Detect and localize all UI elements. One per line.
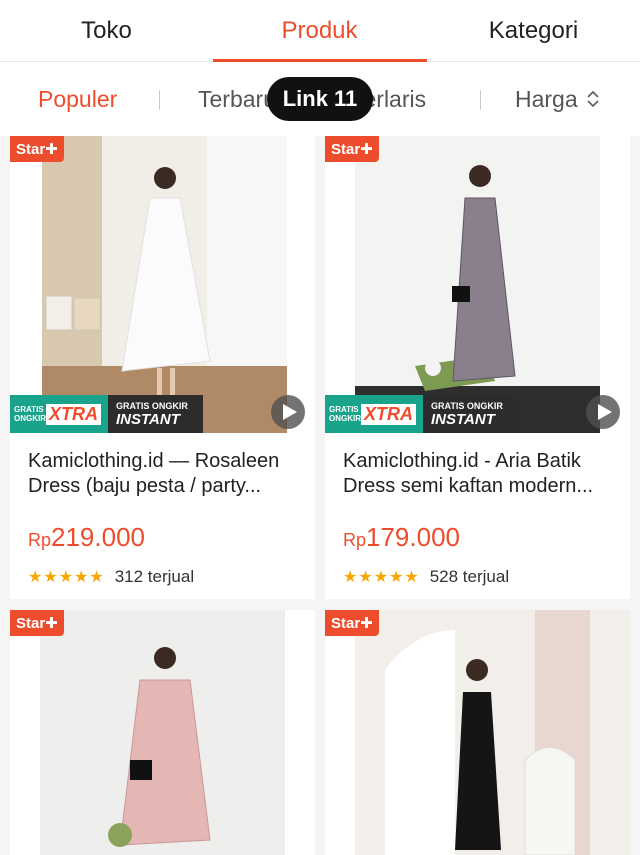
video-play-icon[interactable] — [271, 395, 305, 429]
rating-stars: ★ ★ ★ ★ ★ — [28, 567, 105, 587]
half-star-icon: ★ — [89, 569, 104, 586]
product-card[interactable]: Star✚ — [10, 610, 315, 855]
tab-toko[interactable]: Toko — [0, 0, 213, 62]
link-overlay-pill[interactable]: Link 11 — [267, 77, 373, 121]
product-rating: ★ ★ ★ ★ ★ 528 terjual — [343, 567, 509, 587]
price-currency: Rp — [28, 530, 52, 550]
product-rating: ★ ★ ★ ★ ★ 312 terjual — [28, 567, 194, 587]
product-grid: Star✚ GRATIS ONGKIR XTRA GRATIS ONGKIR I… — [0, 136, 640, 855]
sort-harga[interactable]: Harga — [515, 62, 600, 136]
shop-tab-bar: Toko Produk Kategori — [0, 0, 640, 62]
star-icon: ★ — [43, 569, 58, 586]
tab-produk[interactable]: Produk — [213, 0, 426, 62]
sort-updown-icon — [587, 90, 599, 108]
star-icon: ★ — [343, 569, 358, 586]
product-card[interactable]: Star✚ GRATIS ONGKIR XTRA GRATIS ONGKIR I… — [325, 136, 630, 599]
sort-terbaru[interactable]: Terbaru — [198, 62, 276, 136]
promo-small-text: GRATIS ONGKIR — [329, 405, 361, 423]
promo-small-text: GRATIS ONGKIR — [14, 405, 46, 423]
star-plus-badge: Star✚ — [10, 610, 64, 636]
sold-count: 312 terjual — [114, 567, 195, 586]
instant-small-text: GRATIS ONGKIR — [431, 400, 503, 411]
instant-big-text: INSTANT — [116, 410, 180, 428]
product-title[interactable]: Kamiclothing.id — Rosaleen Dress (baju p… — [28, 449, 304, 499]
product-price: Rp219.000 — [28, 522, 145, 553]
product-image — [10, 136, 315, 433]
star-icon: ★ — [358, 569, 373, 586]
star-plus-badge: Star✚ — [325, 610, 379, 636]
product-image — [325, 610, 630, 855]
sold-count: 528 terjual — [429, 567, 510, 586]
star-icon: ★ — [389, 569, 404, 586]
rating-stars: ★ ★ ★ ★ ★ — [343, 567, 420, 587]
free-shipping-banner: GRATIS ONGKIR XTRA GRATIS ONGKIR INSTANT — [10, 395, 205, 433]
promo-big-text: XTRA — [361, 403, 416, 425]
price-currency: Rp — [343, 530, 367, 550]
star-icon: ★ — [58, 569, 74, 586]
product-title[interactable]: Kamiclothing.id - Aria Batik Dress semi … — [343, 449, 619, 499]
product-image — [325, 136, 630, 433]
price-value: 179.000 — [366, 522, 460, 552]
sort-populer[interactable]: Populer — [38, 62, 117, 136]
product-image — [10, 610, 315, 855]
star-plus-badge: Star✚ — [10, 136, 64, 162]
promo-big-text: XTRA — [46, 403, 101, 425]
product-card[interactable]: Star✚ — [325, 610, 630, 855]
star-icon: ★ — [373, 569, 389, 586]
sort-divider — [159, 90, 160, 110]
instant-small-text: GRATIS ONGKIR — [116, 400, 188, 411]
product-card[interactable]: Star✚ GRATIS ONGKIR XTRA GRATIS ONGKIR I… — [10, 136, 315, 599]
star-icon: ★ — [28, 569, 43, 586]
product-price: Rp179.000 — [343, 522, 460, 553]
star-plus-badge: Star✚ — [325, 136, 379, 162]
free-shipping-banner: GRATIS ONGKIR XTRA GRATIS ONGKIR INSTANT — [325, 395, 520, 433]
price-value: 219.000 — [51, 522, 145, 552]
instant-big-text: INSTANT — [431, 410, 495, 428]
sort-divider — [480, 90, 481, 110]
star-icon: ★ — [74, 569, 89, 586]
tab-kategori[interactable]: Kategori — [427, 0, 640, 62]
sort-harga-label: Harga — [515, 85, 578, 112]
half-star-icon: ★ — [404, 569, 419, 586]
video-play-icon[interactable] — [586, 395, 620, 429]
